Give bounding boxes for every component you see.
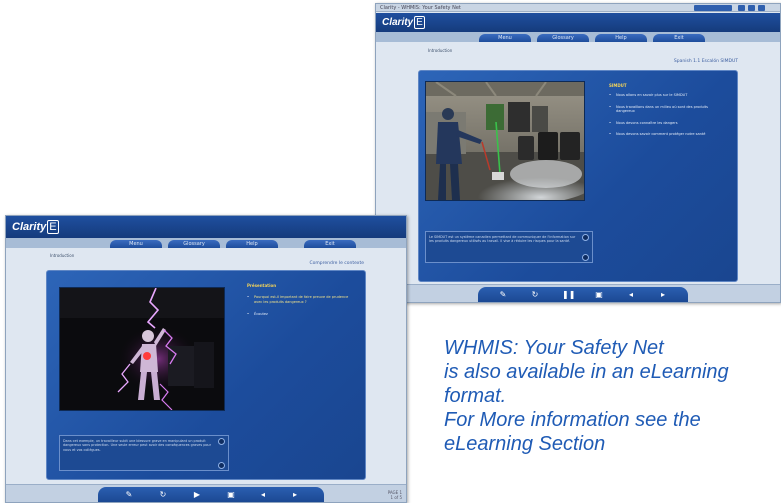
window-titlebar: Clarity - WHMIS: Your Safety Net [376,4,780,12]
sidebar-title: SIMDUT [609,83,627,88]
back-icon[interactable]: ◂ [258,490,268,500]
logo: Clarity E [382,16,425,29]
play-icon[interactable]: ▶ [192,490,202,500]
control-bar: ✎ ↻ ▶ ▣ ◂ ▸ PAGE 1 1 of 5 [6,484,406,502]
promo-line: is also available in an eLearning [444,361,729,383]
list-item: Nous devons connaître les dangers [609,121,725,126]
list-item: Nous allons en savoir plus sur le SIMDUT [609,93,725,98]
scene-image [425,81,585,201]
caption-text: Le SIMDUT est un système canadien permet… [429,235,576,244]
control-bar: ✎ ↻ ❚❚ ▣ ◂ ▸ [376,284,780,302]
pencil-icon[interactable]: ✎ [498,290,508,300]
info-button[interactable] [218,462,225,469]
control-strip: ✎ ↻ ▶ ▣ ◂ ▸ [98,487,324,502]
maximize-icon[interactable] [748,5,755,11]
stop-icon[interactable]: ▣ [226,490,236,500]
page-counter: PAGE 1 1 of 5 [387,490,402,500]
refresh-icon[interactable]: ↻ [530,290,540,300]
nav-bar: Menu Glossary Help Exit [376,32,780,42]
tab-menu[interactable]: Menu [110,240,162,248]
tab-help[interactable]: Help [226,240,278,248]
back-screenshot: Clarity - WHMIS: Your Safety Net Clarity… [375,3,781,303]
promo-line: WHMIS: Your Safety Net [444,337,664,359]
caption-text: Dans cet exemple, un travailleur subit u… [63,439,211,452]
pause-icon[interactable]: ❚❚ [562,290,575,300]
forward-icon[interactable]: ▸ [658,290,668,300]
breadcrumb: Introduction [428,48,453,53]
content-panel: Le SIMDUT est un système canadien permet… [418,70,738,282]
promo-text: WHMIS: Your Safety Net is also available… [444,336,781,503]
minimize-icon[interactable] [738,5,745,11]
titlebar-button[interactable] [694,5,732,11]
window-title: Clarity - WHMIS: Your Safety Net [380,5,461,11]
back-icon[interactable]: ◂ [626,290,636,300]
control-strip: ✎ ↻ ❚❚ ▣ ◂ ▸ [478,287,688,302]
lesson-title: Spanish 1.1 Escalón SIMDUT [673,59,738,64]
logo: Clarity E [12,220,59,234]
tab-exit[interactable]: Exit [653,34,705,42]
stop-icon[interactable]: ▣ [594,290,604,300]
audio-button[interactable] [218,438,225,445]
sidebar-title: Présentation [247,283,277,288]
tab-glossary[interactable]: Glossary [537,34,589,42]
breadcrumb: Introduction [50,253,75,258]
bullet-list: Nous allons en savoir plus sur le SIMDUT… [609,93,725,137]
electrocution-image [60,288,224,410]
forward-icon[interactable]: ▸ [290,490,300,500]
tab-help[interactable]: Help [595,34,647,42]
scene-image [59,287,225,411]
content-panel: Dans cet exemple, un travailleur subit u… [46,270,366,480]
audio-button[interactable] [582,234,589,241]
tab-exit[interactable]: Exit [304,240,356,248]
app-header: Clarity E [6,216,406,238]
info-button[interactable] [582,254,589,261]
refresh-icon[interactable]: ↻ [158,490,168,500]
promo-line: format. [444,385,507,407]
front-screenshot: Clarity E Menu Glossary Help Exit Introdu… [5,215,407,503]
app-header: Clarity E [376,13,780,32]
list-item: Pourquoi est-il important de faire preuv… [247,295,357,304]
promo-line: eLearning Section [444,433,606,455]
list-item: Nous devons savoir comment protéger notr… [609,132,725,137]
caption-box: Le SIMDUT est un système canadien permet… [425,231,593,263]
list-item: Nous travaillons dans un milieu où sont … [609,105,725,114]
bullet-list: Pourquoi est-il important de faire preuv… [247,295,357,317]
list-item[interactable]: Écoutez [247,312,357,317]
nav-bar: Menu Glossary Help Exit [6,238,406,248]
pencil-icon[interactable]: ✎ [124,490,134,500]
lesson-title: Comprendre le contexte [309,261,365,266]
tab-menu[interactable]: Menu [479,34,531,42]
tab-glossary[interactable]: Glossary [168,240,220,248]
promo-line: For More information see the [444,409,701,431]
close-icon[interactable] [758,5,765,11]
warehouse-spill-image [426,82,584,200]
caption-box: Dans cet exemple, un travailleur subit u… [59,435,229,471]
